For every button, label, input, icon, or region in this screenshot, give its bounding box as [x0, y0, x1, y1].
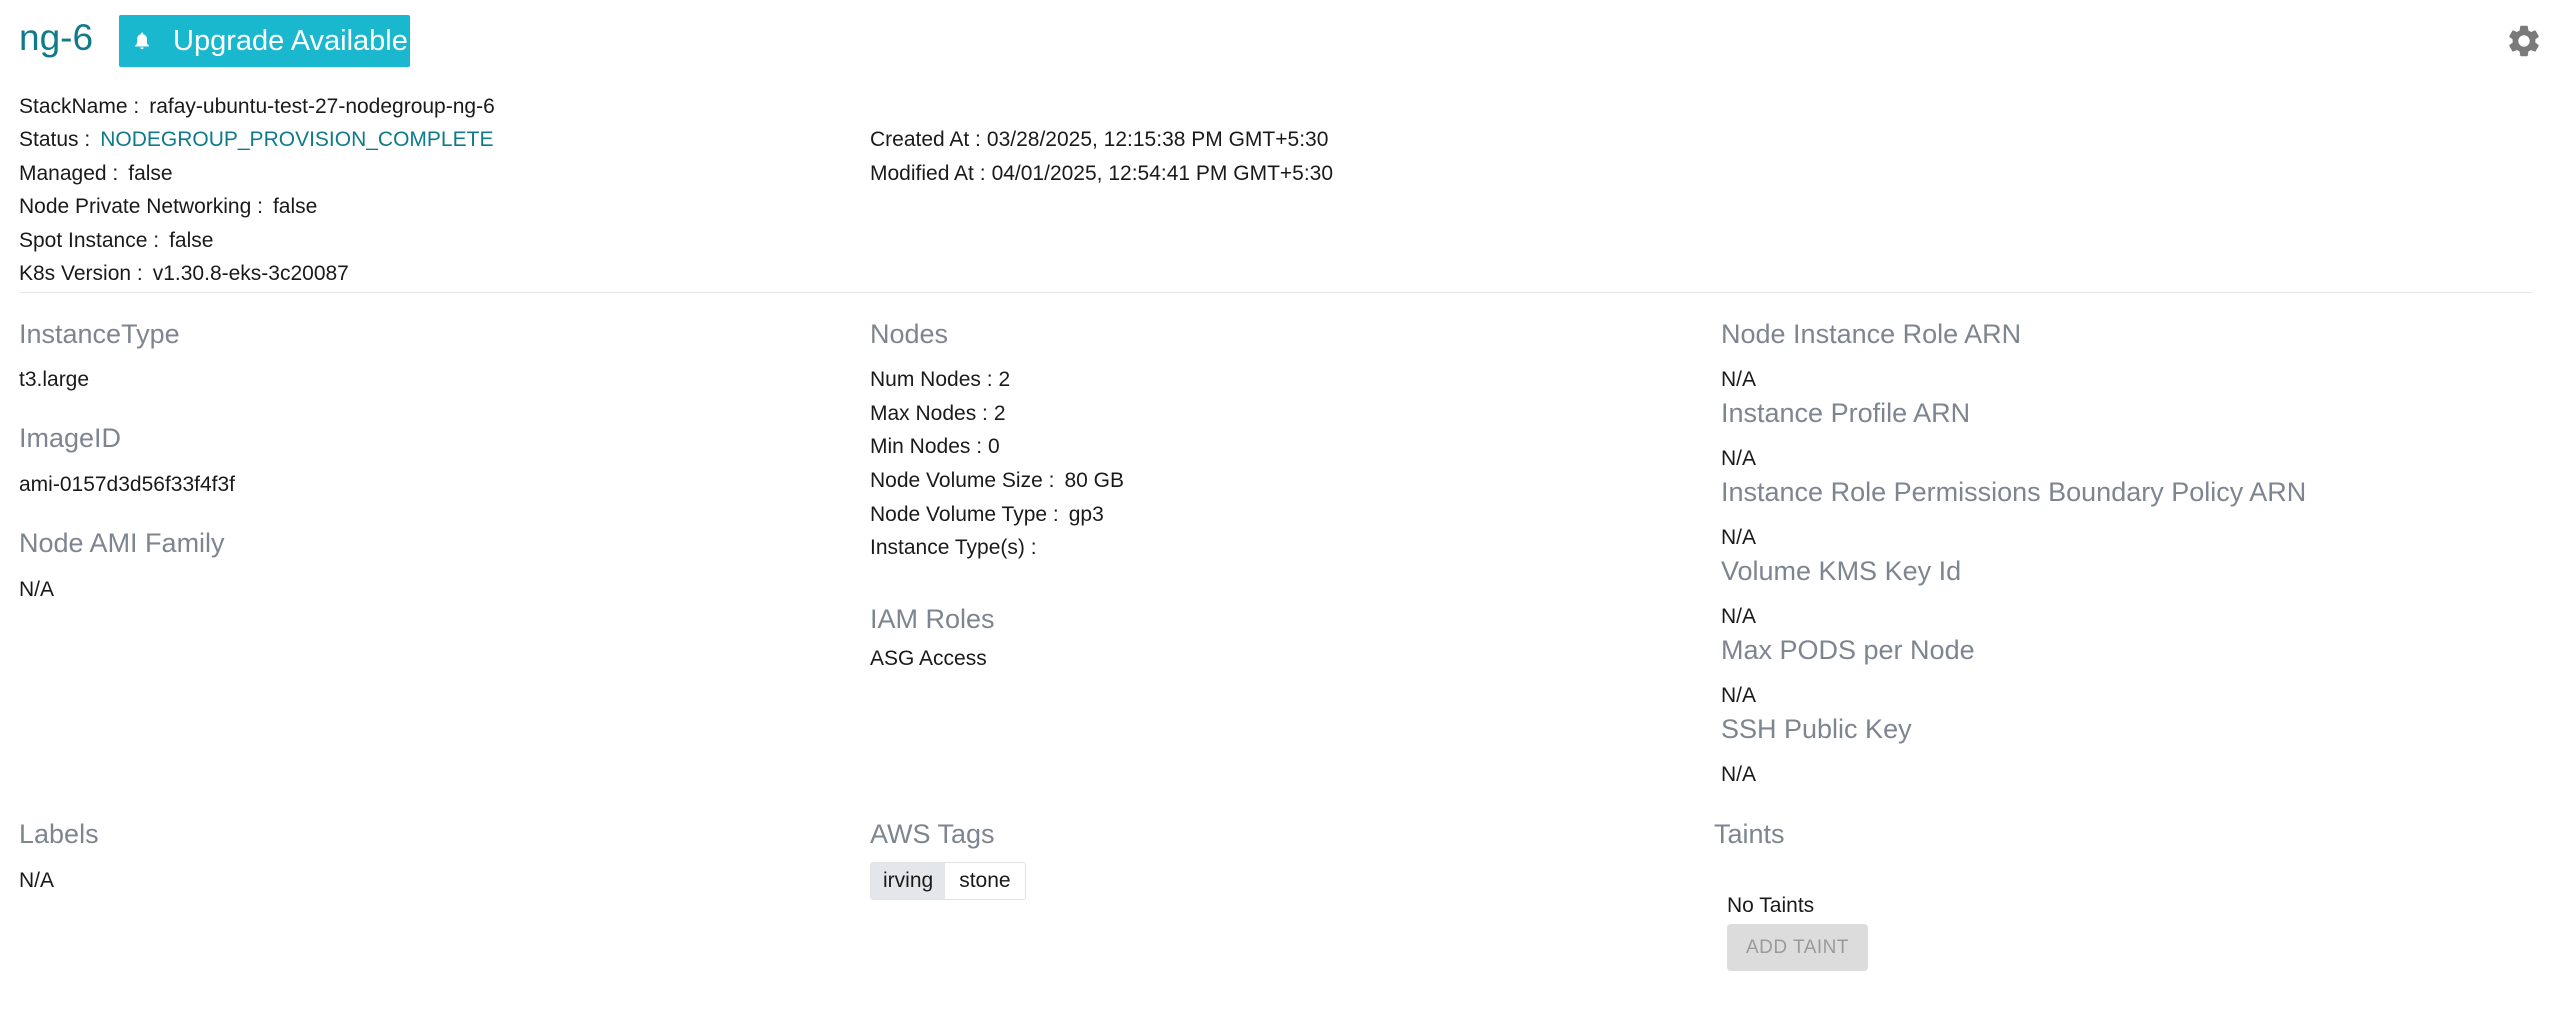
profile-arn-title: Instance Profile ARN — [1721, 398, 1971, 428]
ssh-key-title: SSH Public Key — [1721, 714, 1912, 744]
instance-types-row: Instance Type(s) : — [870, 536, 1037, 559]
volume-size-row: Node Volume Size :80 GB — [870, 469, 1124, 492]
private-networking-row: Node Private Networking : false — [19, 195, 318, 218]
spot-instance-row: Spot Instance : false — [19, 229, 214, 252]
stack-name-value: rafay-ubuntu-test-27-nodegroup-ng-6 — [149, 95, 495, 118]
ami-family-title: Node AMI Family — [19, 528, 225, 558]
aws-tag: irving stone — [870, 862, 1026, 900]
instance-type-title: InstanceType — [19, 319, 180, 349]
modified-at-row: Modified At :04/01/2025, 12:54:41 PM GMT… — [870, 162, 1334, 185]
min-nodes-value: 0 — [988, 435, 1000, 458]
image-id-title: ImageID — [19, 423, 122, 453]
ssh-key-value: N/A — [1721, 763, 1757, 786]
max-nodes-value: 2 — [993, 402, 1006, 425]
k8s-version-value: v1.30.8-eks-3c20087 — [152, 262, 349, 285]
min-nodes-row: Min Nodes :0 — [870, 435, 1000, 458]
max-pods-value: N/A — [1721, 684, 1757, 707]
k8s-version-row: K8s Version : v1.30.8-eks-3c20087 — [19, 262, 349, 285]
status-value: NODEGROUP_PROVISION_COMPLETE — [100, 128, 494, 151]
aws-tags-title: AWS Tags — [870, 819, 995, 849]
aws-tag-key: irving — [871, 863, 946, 899]
max-pods-title: Max PODS per Node — [1721, 635, 1975, 665]
num-nodes-value: 2 — [998, 368, 1011, 391]
upgrade-available-button[interactable]: Upgrade Available — [119, 15, 410, 67]
nodegroup-title: ng-6 — [19, 17, 94, 58]
bell-icon — [131, 30, 153, 52]
max-nodes-row: Max Nodes :2 — [870, 402, 1006, 425]
status-row: Status : NODEGROUP_PROVISION_COMPLETE — [19, 128, 494, 151]
managed-row: Managed : false — [19, 162, 173, 185]
kms-key-value: N/A — [1721, 605, 1757, 628]
private-networking-value: false — [272, 195, 318, 218]
kms-key-title: Volume KMS Key Id — [1721, 556, 1962, 586]
upgrade-available-label: Upgrade Available — [173, 24, 408, 57]
instance-type-value: t3.large — [19, 368, 90, 391]
aws-tag-value: stone — [945, 863, 1025, 899]
section-divider — [19, 292, 2532, 293]
taints-title: Taints — [1714, 819, 1785, 849]
num-nodes-row: Num Nodes :2 — [870, 368, 1011, 391]
created-at-value: 03/28/2025, 12:15:38 PM GMT+5:30 — [986, 128, 1329, 151]
labels-title: Labels — [19, 819, 99, 849]
role-arn-value: N/A — [1721, 368, 1757, 391]
iam-roles-value: ASG Access — [870, 647, 987, 670]
volume-type-row: Node Volume Type : gp3 — [870, 503, 1104, 526]
managed-value: false — [128, 162, 173, 185]
volume-type-value: gp3 — [1068, 503, 1104, 526]
image-id-value: ami-0157d3d56f33f4f3f — [19, 473, 235, 496]
volume-size-value: 80 GB — [1064, 469, 1124, 492]
ami-family-value: N/A — [19, 578, 55, 601]
boundary-arn-value: N/A — [1721, 526, 1757, 549]
role-arn-title: Node Instance Role ARN — [1721, 319, 2022, 349]
stack-name-row: StackName : rafay-ubuntu-test-27-nodegrou… — [19, 95, 495, 118]
no-taints-text: No Taints — [1727, 894, 1815, 917]
boundary-arn-title: Instance Role Permissions Boundary Polic… — [1721, 477, 2307, 507]
spot-instance-value: false — [169, 229, 214, 252]
nodes-title: Nodes — [870, 319, 949, 349]
modified-at-value: 04/01/2025, 12:54:41 PM GMT+5:30 — [991, 162, 1334, 185]
profile-arn-value: N/A — [1721, 447, 1757, 470]
labels-value: N/A — [19, 869, 55, 892]
settings-gear-icon[interactable] — [2505, 22, 2543, 60]
add-taint-button[interactable]: ADD TAINT — [1727, 924, 1868, 971]
iam-roles-title: IAM Roles — [870, 604, 995, 634]
created-at-row: Created At :03/28/2025, 12:15:38 PM GMT+… — [870, 128, 1329, 151]
